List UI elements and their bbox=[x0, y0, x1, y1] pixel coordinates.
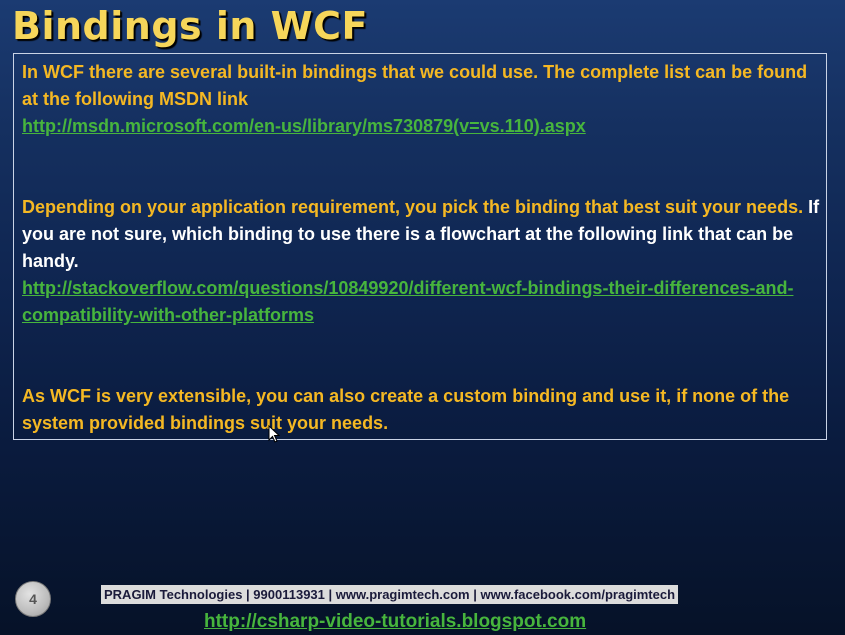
content-body: In WCF there are several built-in bindin… bbox=[22, 59, 822, 437]
stackoverflow-link[interactable]: http://stackoverflow.com/questions/10849… bbox=[22, 278, 793, 325]
slide-title: Bindings in WCF bbox=[12, 4, 368, 48]
footer-banner: PRAGIM Technologies | 9900113931 | www.p… bbox=[101, 585, 679, 604]
paragraph-custom-binding-text: As WCF is very extensible, you can also … bbox=[22, 386, 790, 433]
mouse-pointer-icon bbox=[268, 425, 280, 443]
paragraph-builtin-bindings: In WCF there are several built-in bindin… bbox=[22, 59, 822, 113]
paragraph-choose-binding: Depending on your application requiremen… bbox=[22, 194, 822, 275]
page-number-badge: 4 bbox=[15, 581, 51, 617]
paragraph-choose-binding-orange: Depending on your application requiremen… bbox=[22, 197, 804, 217]
paragraph-custom-binding: As WCF is very extensible, you can also … bbox=[22, 383, 822, 437]
blog-link[interactable]: http://csharp-video-tutorials.blogspot.c… bbox=[204, 611, 586, 633]
msdn-link[interactable]: http://msdn.microsoft.com/en-us/library/… bbox=[22, 116, 586, 136]
paragraph-msdn-link: http://msdn.microsoft.com/en-us/library/… bbox=[22, 113, 822, 140]
paragraph-stackoverflow-link: http://stackoverflow.com/questions/10849… bbox=[22, 275, 822, 329]
paragraph-builtin-bindings-text: In WCF there are several built-in bindin… bbox=[22, 62, 808, 109]
